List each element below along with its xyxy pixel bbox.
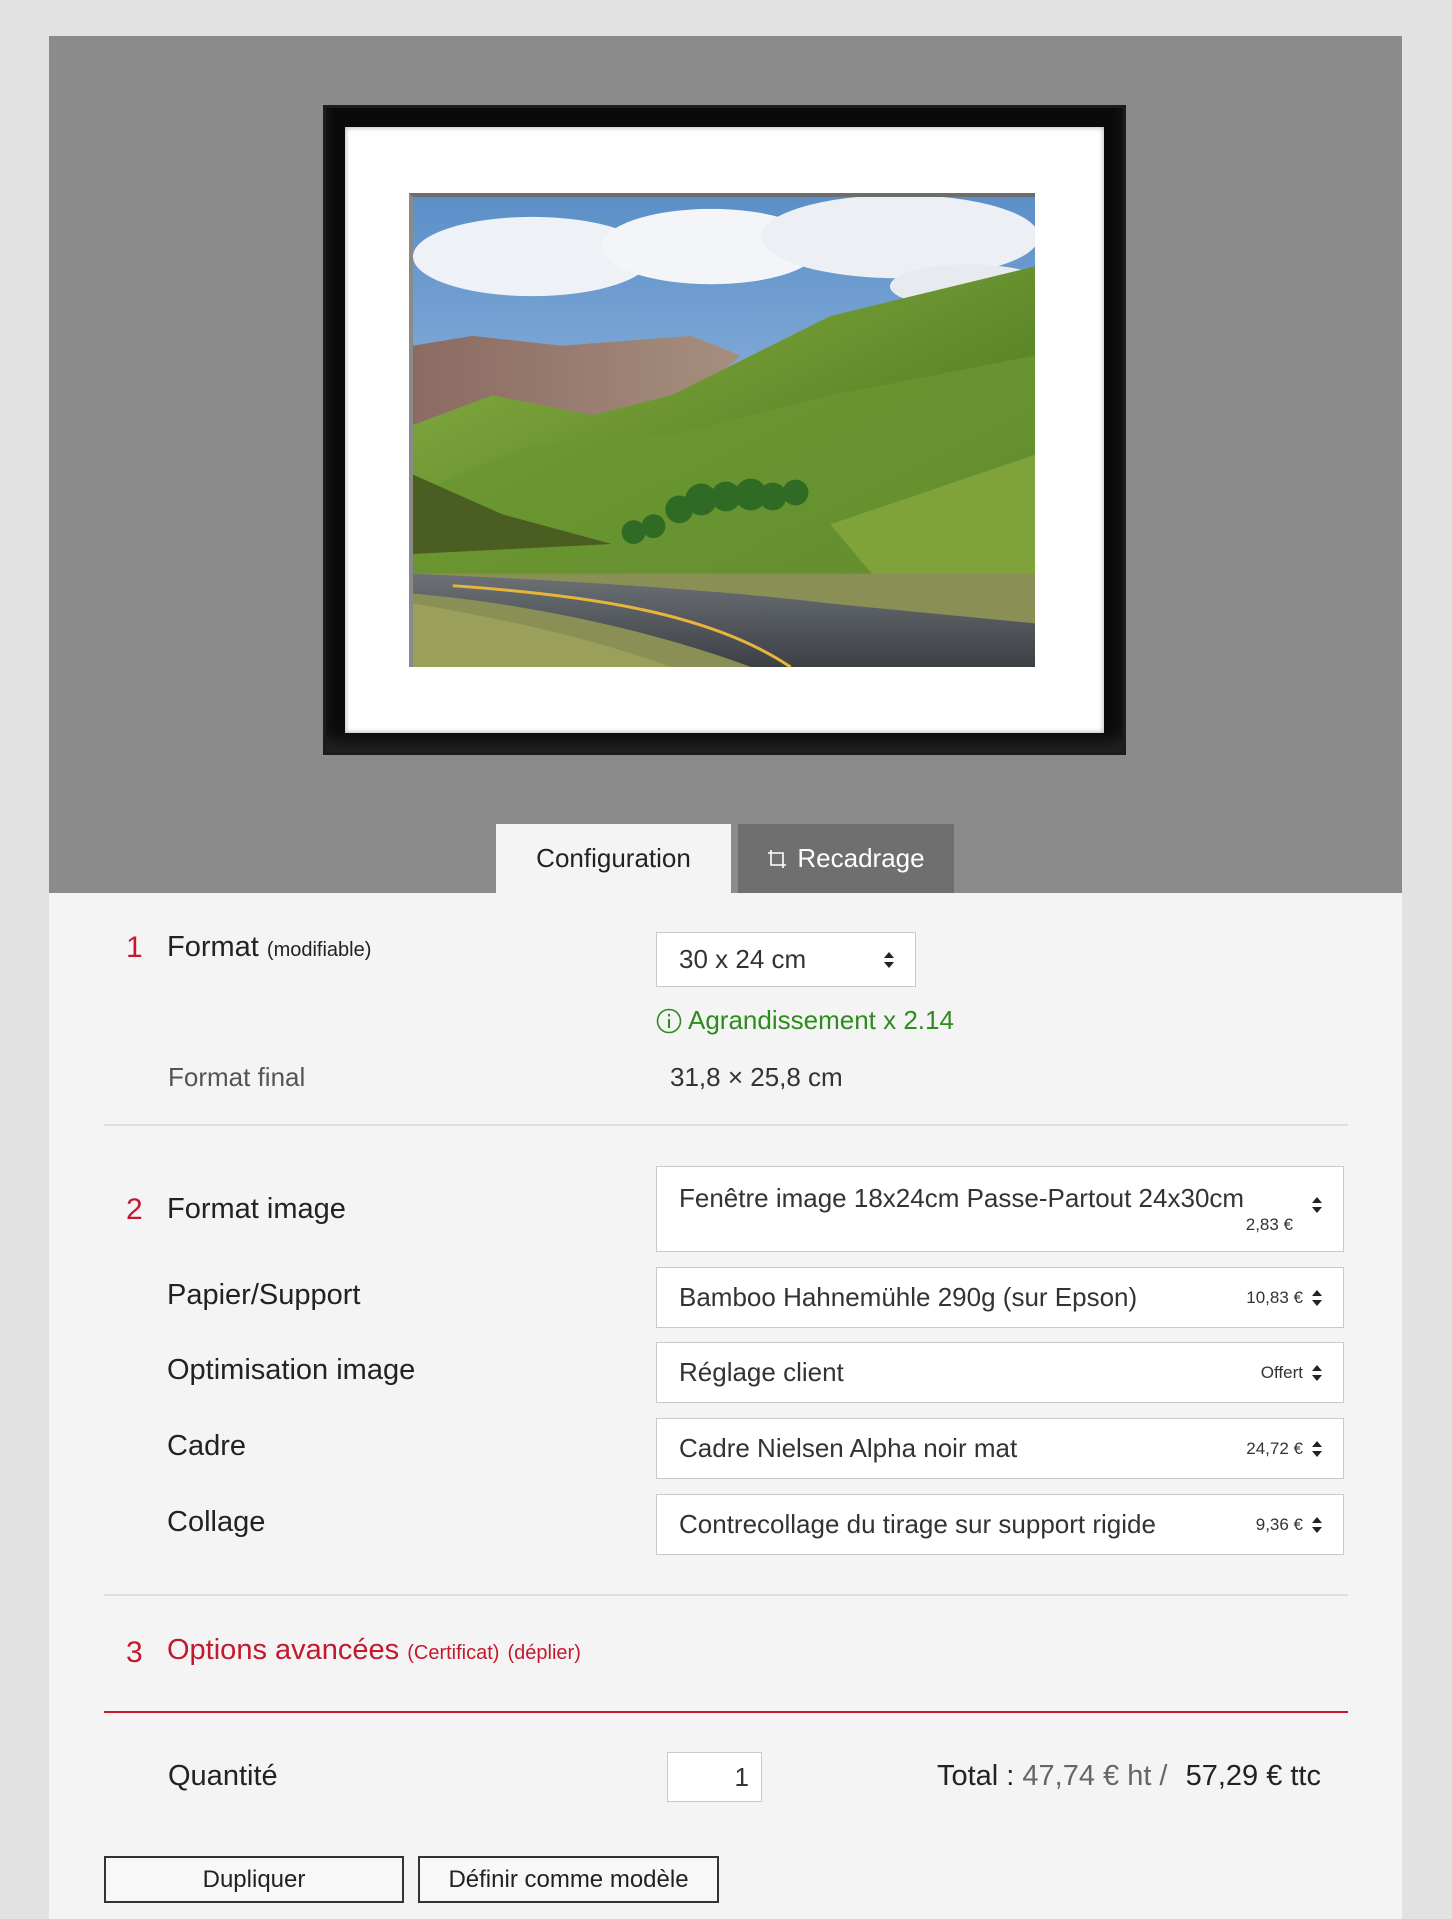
- advanced-options-toggle[interactable]: Options avancées (Certificat) (déplier): [167, 1634, 581, 1667]
- format-image-value: Fenêtre image 18x24cm Passe-Partout 24x3…: [679, 1183, 1245, 1213]
- format-image-label: Format image: [167, 1193, 346, 1225]
- paper-select[interactable]: Bamboo Hahnemühle 290g (sur Epson) 10,83…: [656, 1267, 1344, 1328]
- enlargement-notice: Agrandissement x 2.14: [656, 1005, 954, 1036]
- cadre-price: 24,72 €: [1246, 1438, 1303, 1458]
- set-template-button[interactable]: Définir comme modèle: [418, 1856, 719, 1903]
- format-label: Format (modifiable): [167, 931, 371, 964]
- cadre-label: Cadre: [167, 1430, 246, 1462]
- quantity-input[interactable]: 1: [667, 1752, 762, 1802]
- tab-recadrage[interactable]: Recadrage: [738, 824, 954, 893]
- select-arrows-icon: [884, 951, 894, 968]
- format-title: Format: [167, 931, 259, 963]
- enlargement-text: Agrandissement x 2.14: [688, 1005, 954, 1035]
- total-label: Total :: [936, 1760, 1015, 1792]
- paper-price: 10,83 €: [1246, 1287, 1303, 1307]
- tab-configuration[interactable]: Configuration: [496, 824, 731, 893]
- final-format-label: Format final: [168, 1062, 306, 1092]
- collage-label: Collage: [167, 1506, 266, 1538]
- format-image-select[interactable]: Fenêtre image 18x24cm Passe-Partout 24x3…: [656, 1166, 1344, 1252]
- cadre-value: Cadre Nielsen Alpha noir mat: [679, 1433, 1018, 1463]
- advanced-options-expand: (déplier): [507, 1642, 581, 1664]
- collage-value: Contrecollage du tirage sur support rigi…: [679, 1509, 1156, 1539]
- quantity-label: Quantité: [168, 1760, 278, 1792]
- optimisation-label: Optimisation image: [167, 1354, 416, 1386]
- select-arrows-icon: [1312, 1516, 1322, 1533]
- format-select-value: 30 x 24 cm: [679, 944, 807, 974]
- duplicate-button[interactable]: Dupliquer: [104, 1856, 404, 1903]
- total-ht: 47,74 € ht /: [1022, 1760, 1168, 1792]
- photo-preview: [49, 36, 1402, 893]
- total-ttc: 57,29 € ttc: [1185, 1760, 1321, 1792]
- tab-recadrage-label: Recadrage: [797, 843, 925, 873]
- passe-partout-mat: [345, 127, 1104, 733]
- paper-value: Bamboo Hahnemühle 290g (sur Epson): [679, 1282, 1138, 1312]
- section-divider: [104, 1124, 1348, 1126]
- cadre-select[interactable]: Cadre Nielsen Alpha noir mat 24,72 €: [656, 1418, 1344, 1479]
- format-note: (modifiable): [266, 939, 372, 961]
- optimisation-value: Réglage client: [679, 1357, 844, 1387]
- select-arrows-icon: [1312, 1197, 1322, 1213]
- advanced-options-title: Options avancées: [167, 1634, 400, 1666]
- section-number-2: 2: [126, 1193, 143, 1226]
- format-image-price: 2,83 €: [1245, 1215, 1293, 1234]
- advanced-options-certificat: (Certificat): [407, 1642, 500, 1664]
- section-number-3: 3: [126, 1636, 143, 1669]
- final-format-value: 31,8 × 25,8 cm: [670, 1062, 843, 1092]
- picture-frame: [323, 105, 1126, 755]
- collage-price: 9,36 €: [1255, 1514, 1303, 1534]
- section-number-1: 1: [126, 931, 143, 964]
- optimisation-price: Offert: [1260, 1362, 1303, 1382]
- landscape-photo: [409, 193, 1035, 667]
- optimisation-select[interactable]: Réglage client Offert: [656, 1342, 1344, 1403]
- format-select[interactable]: 30 x 24 cm: [656, 932, 916, 987]
- paper-label: Papier/Support: [167, 1279, 361, 1311]
- crop-icon: [768, 849, 787, 868]
- info-icon: [656, 1008, 682, 1033]
- select-arrows-icon: [1312, 1289, 1322, 1306]
- collage-select[interactable]: Contrecollage du tirage sur support rigi…: [656, 1494, 1344, 1555]
- select-arrows-icon: [1312, 1440, 1322, 1457]
- total-price: Total : 47,74 € ht / 57,29 € ttc: [937, 1760, 1321, 1793]
- section-divider: [104, 1594, 1348, 1596]
- section-divider-red: [104, 1711, 1348, 1713]
- select-arrows-icon: [1312, 1364, 1322, 1381]
- tab-configuration-label: Configuration: [536, 843, 691, 873]
